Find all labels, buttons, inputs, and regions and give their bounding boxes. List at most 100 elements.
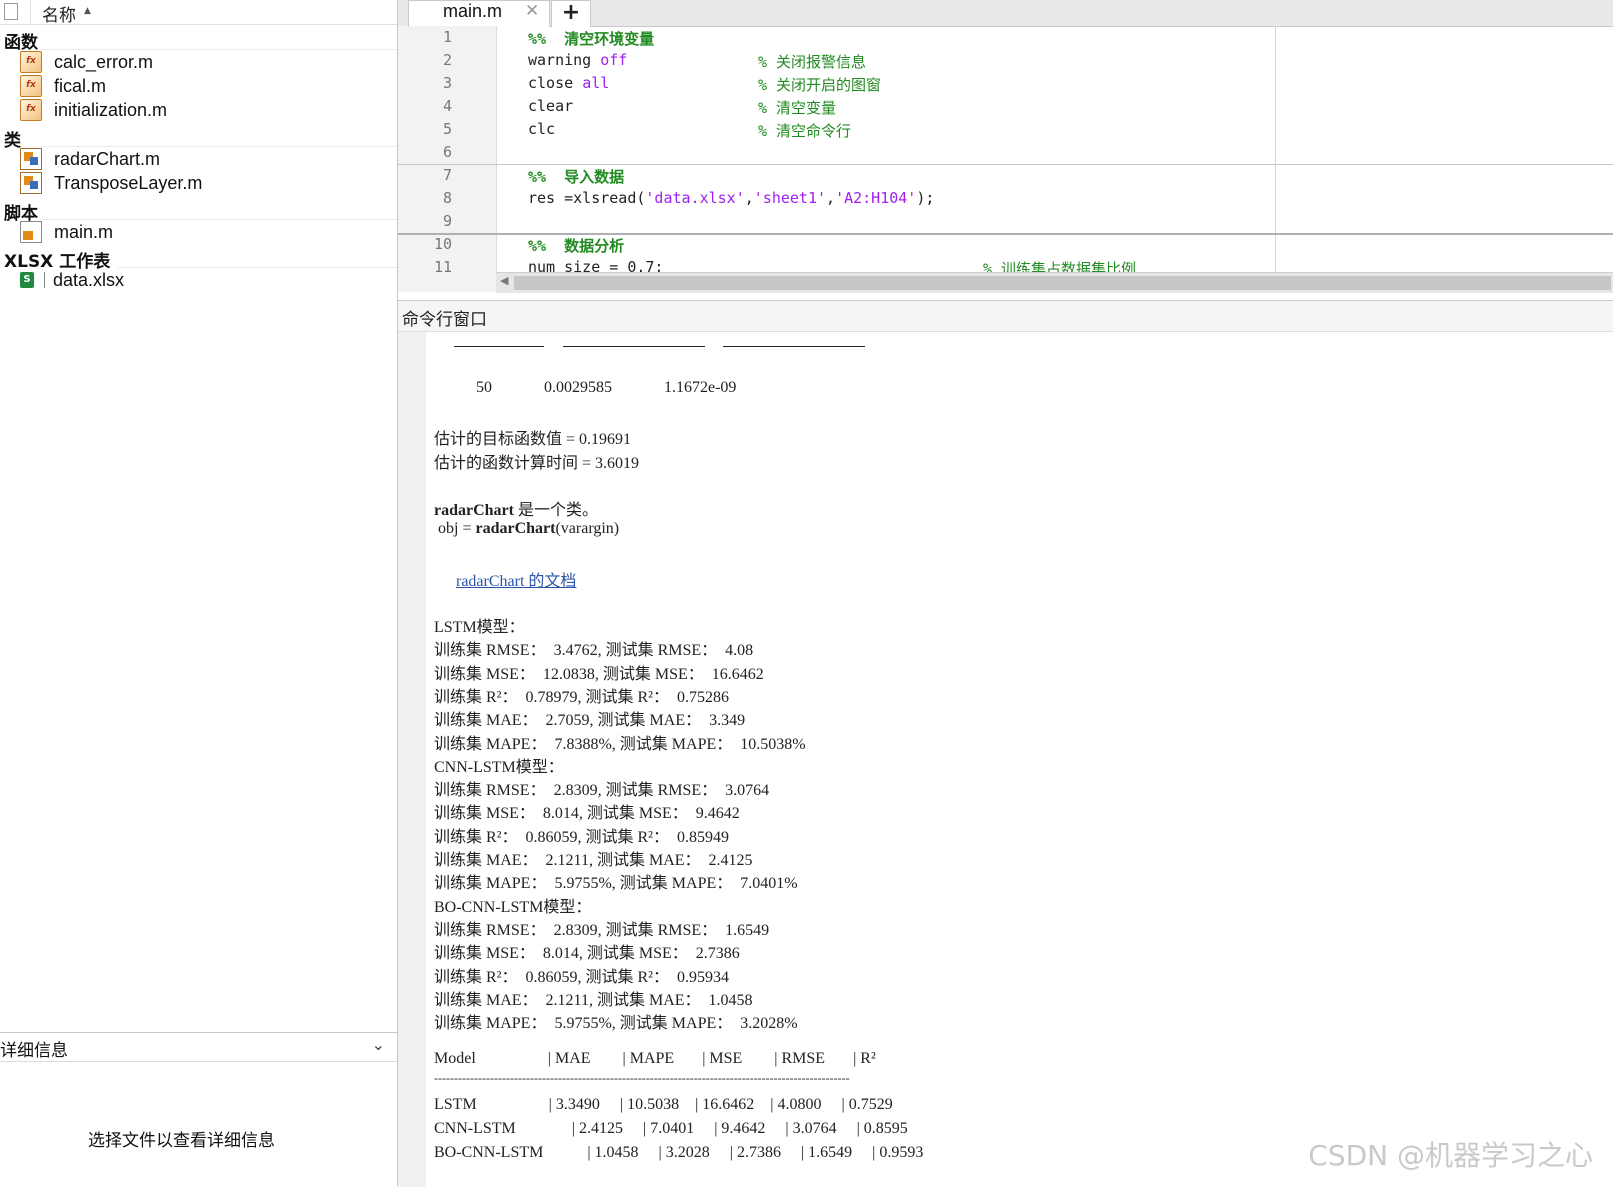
line-number: 3	[442, 74, 452, 92]
details-panel-header[interactable]: 详细信息 ⌄	[0, 1032, 397, 1062]
file-name: main.m	[54, 221, 114, 242]
file-item-data-xlsx[interactable]: S data.xlsx	[20, 268, 124, 292]
table-rule	[454, 346, 544, 347]
constructor-signature: obj = radarChart(varargin)	[434, 520, 620, 537]
sort-ascending-icon[interactable]: ▲	[84, 6, 91, 16]
metric-line: 训练集 R²： 0.78979, 测试集 R²： 0.75286	[434, 688, 729, 706]
line-number: 10	[433, 235, 452, 253]
metric-line: 训练集 MSE： 8.014, 测试集 MSE： 2.7386	[434, 945, 740, 963]
class-description: radarChart 是一个类。	[434, 502, 598, 519]
excel-file-icon: S	[20, 272, 34, 288]
line-number: 6	[442, 143, 452, 161]
metric-line: 训练集 MSE： 8.014, 测试集 MSE： 9.4642	[434, 805, 740, 823]
divider	[118, 267, 397, 268]
code-line-1[interactable]: %% 清空环境变量	[528, 28, 654, 49]
line-number: 1	[442, 28, 452, 46]
metric-line: 训练集 RMSE： 2.8309, 测试集 RMSE： 1.6549	[434, 921, 770, 939]
file-item-radarchart[interactable]: radarChart.m	[20, 147, 160, 171]
metric-line: LSTM模型：	[434, 619, 525, 636]
metric-line: 训练集 RMSE： 3.4762, 测试集 RMSE： 4.08	[434, 642, 754, 660]
code-line-5[interactable]: clc	[528, 120, 555, 138]
metric-line: 训练集 MAE： 2.1211, 测试集 MAE： 2.4125	[434, 852, 753, 869]
editor-panel: main.m ✕ + 1 2 3 4 5 6 7 8 9 10 11 %% 清空…	[398, 0, 1613, 296]
class-file-icon	[20, 148, 42, 170]
code-comment: % 清空命令行	[758, 122, 852, 140]
iteration-value: 1.1672e-09	[664, 379, 737, 396]
file-name: initialization.m	[54, 99, 168, 120]
table-rule	[723, 346, 865, 347]
file-name: data.xlsx	[53, 269, 125, 290]
metric-line: CNN-LSTM模型：	[434, 758, 564, 776]
class-file-icon	[20, 172, 42, 194]
file-list-header[interactable]: 名称 ▲	[0, 0, 397, 26]
tab-main-m[interactable]: main.m ✕	[408, 0, 550, 27]
code-comment: % 关闭开启的图窗	[758, 76, 882, 94]
file-name: fical.m	[54, 75, 107, 96]
file-name: TransposeLayer.m	[54, 172, 203, 193]
metric-line: 训练集 MAPE： 5.9755%, 测试集 MAPE： 7.0401%	[434, 875, 798, 893]
file-item-calc-error[interactable]: fx calc_error.m	[20, 50, 153, 74]
file-item-fical[interactable]: fx fical.m	[20, 74, 106, 98]
code-line-8[interactable]: res =xlsread('data.xlsx','sheet1','A2:H1…	[528, 189, 934, 207]
file-name: calc_error.m	[54, 51, 154, 72]
table-rule	[563, 346, 705, 347]
code-line-3[interactable]: close all	[528, 74, 609, 92]
right-text-limit-line	[1275, 26, 1276, 272]
code-line-11[interactable]: num_size = 0.7;	[528, 258, 663, 272]
code-line-10[interactable]: %% 数据分析	[528, 235, 624, 256]
line-number: 9	[442, 212, 452, 230]
metric-line: 训练集 MAE： 2.7059, 测试集 MAE： 3.349	[434, 712, 746, 730]
scrollbar-thumb[interactable]	[514, 276, 1611, 290]
editor-tab-bar: main.m ✕ +	[398, 0, 1613, 27]
code-comment: % 关闭报警信息	[758, 53, 867, 71]
function-file-icon: fx	[20, 75, 42, 97]
metric-line: 训练集 R²： 0.86059, 测试集 R²： 0.95934	[434, 968, 729, 986]
script-file-icon	[20, 221, 42, 243]
code-line-7[interactable]: %% 导入数据	[528, 166, 624, 187]
code-line-2[interactable]: warning off	[528, 51, 627, 69]
line-number: 4	[442, 97, 452, 115]
function-file-icon: fx	[20, 51, 42, 73]
code-comment: % 训练集占数据集比例	[983, 260, 1137, 272]
command-window[interactable]: 命令行窗口 50 0.0029585 1.1672e-09 估计的目标函数值 =…	[398, 300, 1613, 1187]
estimated-objective: 估计的目标函数值 = 0.19691	[434, 431, 632, 448]
file-item-transposelayer[interactable]: TransposeLayer.m	[20, 171, 202, 195]
file-name: radarChart.m	[54, 148, 161, 169]
line-number-gutter: 1 2 3 4 5 6 7 8 9 10 11	[398, 26, 497, 276]
name-column-header[interactable]: 名称	[42, 1, 76, 26]
metric-line: BO-CNN-LSTM模型：	[434, 898, 592, 916]
code-line-4[interactable]: clear	[528, 97, 573, 115]
tab-label: main.m	[443, 1, 503, 21]
line-number: 7	[442, 166, 452, 184]
code-comment: % 清空变量	[758, 99, 837, 117]
horizontal-scrollbar[interactable]: ◀	[496, 272, 1613, 293]
column-divider[interactable]	[30, 0, 31, 24]
results-table-separator: ----------------------------------------…	[434, 1071, 850, 1085]
file-item-main[interactable]: main.m	[20, 220, 113, 244]
results-table-row: BO-CNN-LSTM | 1.0458 | 3.2028 | 2.7386 |…	[434, 1144, 924, 1161]
chevron-down-icon[interactable]: ⌄	[372, 1035, 385, 1054]
results-table-row: LSTM | 3.3490 | 10.5038 | 16.6462 | 4.08…	[434, 1096, 893, 1113]
details-label: 详细信息	[0, 1041, 68, 1061]
close-icon[interactable]: ✕	[525, 1, 539, 21]
iteration-value: 50	[476, 379, 492, 396]
details-message: 选择文件以查看详细信息	[88, 1131, 275, 1151]
command-window-titlebar: 命令行窗口	[398, 301, 1613, 332]
line-number: 2	[442, 51, 452, 69]
function-file-icon: fx	[20, 99, 42, 121]
file-type-icon	[4, 3, 18, 20]
results-table-header: Model | MAE | MAPE | MSE | RMSE | R²	[434, 1050, 876, 1067]
current-folder-panel: 名称 ▲ 函数 fx calc_error.m fx fical.m fx in…	[0, 0, 398, 1186]
metric-line: 训练集 MAE： 2.1211, 测试集 MAE： 1.0458	[434, 991, 753, 1009]
line-number: 8	[442, 189, 452, 207]
code-section-divider	[398, 164, 1613, 165]
add-tab-button[interactable]: +	[551, 0, 591, 27]
doc-link[interactable]: radarChart 的文档	[456, 567, 576, 591]
metric-line: 训练集 MAPE： 5.9755%, 测试集 MAPE： 3.2028%	[434, 1015, 798, 1033]
file-item-initialization[interactable]: fx initialization.m	[20, 98, 167, 122]
scroll-left-arrow-icon[interactable]: ◀	[500, 274, 508, 287]
estimated-time: 估计的函数计算时间 = 3.6019	[434, 455, 640, 472]
results-table-row: CNN-LSTM | 2.4125 | 7.0401 | 9.4642 | 3.…	[434, 1120, 908, 1137]
metric-line: 训练集 R²： 0.86059, 测试集 R²： 0.85949	[434, 828, 729, 846]
metric-line: 训练集 RMSE： 2.8309, 测试集 RMSE： 3.0764	[434, 782, 770, 800]
